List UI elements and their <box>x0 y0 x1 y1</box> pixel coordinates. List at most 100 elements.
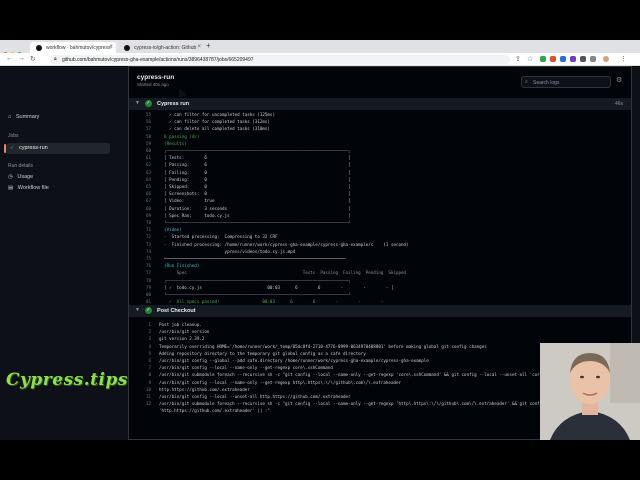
jobs-heading: Jobs <box>8 133 19 139</box>
extension-icon[interactable] <box>580 56 586 62</box>
bookmark-star-icon[interactable]: ☆ <box>527 55 533 63</box>
browser-tab-workflow[interactable]: workflow · bahmutov/cypress- × <box>30 42 116 53</box>
line-number[interactable]: 10 <box>137 387 151 392</box>
profile-avatar[interactable] <box>603 56 609 62</box>
log-text: └───────────────────────────────────────… <box>159 220 351 225</box>
line-number[interactable]: 71 <box>137 227 151 232</box>
presenter-image <box>540 343 640 440</box>
line-number[interactable]: 6 <box>137 358 151 363</box>
log-text: 'http.https://github.com/.extraheader' |… <box>159 408 270 414</box>
line-number[interactable]: 57 <box>137 126 151 131</box>
log-text: (Run Finished) <box>159 263 200 269</box>
browser-tab-gh-action[interactable]: cypress-io/gh-action: Github × <box>118 42 204 53</box>
log-text: Spec Tests Passing Failing Pending Skipp… <box>159 270 407 276</box>
reload-icon[interactable]: ↻ <box>30 55 36 63</box>
line-number[interactable]: 1 <box>137 322 151 327</box>
sidebar-item-workflow-file[interactable]: ▤ Workflow file <box>8 185 49 191</box>
sidebar-item-label: cypress-run <box>19 145 48 151</box>
log-text: ════════════════════════════════════════… <box>159 256 346 261</box>
extension-icon[interactable] <box>560 56 566 62</box>
log-text: Temporarily overriding HOME='/home/runne… <box>159 343 487 349</box>
line-number[interactable]: 67 <box>137 198 151 203</box>
log-text: Post job cleanup. <box>159 322 202 327</box>
line-number[interactable]: 60 <box>137 148 151 153</box>
line-number[interactable]: 58 <box>137 134 151 139</box>
search-placeholder: Search logs <box>533 80 560 86</box>
line-number[interactable]: 3 <box>137 336 151 341</box>
gear-icon[interactable]: ⚙ <box>616 76 622 84</box>
line-number[interactable]: 2 <box>137 329 151 334</box>
line-number[interactable]: 78 <box>137 278 151 283</box>
line-number[interactable]: 77 <box>137 270 151 275</box>
extension-icon[interactable] <box>570 56 576 62</box>
close-icon[interactable]: × <box>197 44 201 50</box>
back-icon[interactable]: ← <box>6 55 13 62</box>
sidebar-item-label: Workflow file <box>17 185 49 191</box>
forward-icon[interactable]: → <box>18 55 25 62</box>
line-number[interactable]: 61 <box>137 155 151 160</box>
sidebar-item-cypress-run[interactable]: ✓ cypress-run <box>6 143 110 154</box>
line-number[interactable]: 4 <box>137 344 151 349</box>
log-text: ypress/videos/todo.cy.js.mp4 <box>159 248 296 254</box>
line-number[interactable]: 59 <box>137 141 151 146</box>
line-number[interactable]: 76 <box>137 263 151 268</box>
line-number[interactable]: 55 <box>137 112 151 117</box>
line-number[interactable]: 5 <box>137 351 151 356</box>
extension-icon[interactable] <box>540 56 546 62</box>
close-icon[interactable]: × <box>109 44 113 50</box>
log-text: │ Screenshots: 0 │ <box>159 191 351 197</box>
line-number[interactable]: 11 <box>137 394 151 399</box>
step-name: Cypress run <box>157 101 190 107</box>
line-number[interactable]: 69 <box>137 213 151 218</box>
line-number[interactable]: 63 <box>137 170 151 175</box>
line-number[interactable]: 56 <box>137 119 151 124</box>
log-text: /usr/bin/git submodule foreach --recursi… <box>159 401 596 407</box>
log-text: /usr/bin/git config --local --name-only … <box>159 365 333 371</box>
log-text: │ Passing: 6 │ <box>159 162 351 168</box>
line-number[interactable]: 74 <box>137 249 151 254</box>
line-number[interactable]: 75 <box>137 256 151 261</box>
sidebar-item-label: Summary <box>15 114 40 120</box>
line-number[interactable]: 9 <box>137 380 151 385</box>
chevron-down-icon: ▼ <box>135 307 140 313</box>
line-number[interactable]: 12 <box>137 401 151 406</box>
sidebar-item-label: Usage <box>17 174 34 180</box>
log-text: ✓ can filter for uncompleted tasks (125m… <box>159 112 275 117</box>
line-number[interactable]: 70 <box>137 220 151 225</box>
line-number[interactable]: 68 <box>137 206 151 211</box>
log-text: http.https://github.com/.extraheader <box>159 386 250 392</box>
line-number[interactable]: 80 <box>137 292 151 297</box>
sidebar-item-summary[interactable]: ⌂ Summary <box>8 114 39 120</box>
url-text: github.com/bahmutov/cypress-gha-example/… <box>62 57 254 63</box>
line-number[interactable]: 66 <box>137 191 151 196</box>
step-name: Post Checkout <box>157 308 196 314</box>
line-number[interactable]: 62 <box>137 162 151 167</box>
extension-icon[interactable] <box>590 56 596 62</box>
step-header-cypress-run[interactable]: ▼ ✓ Cypress run 46s <box>129 98 631 110</box>
url-field[interactable]: 🔒︎ github.com/bahmutov/cypress-gha-examp… <box>50 55 510 64</box>
tab-title: cypress-io/gh-action: Github <box>134 45 197 51</box>
line-number[interactable]: 64 <box>137 177 151 182</box>
log-text: │ Failing: 0 │ <box>159 169 351 175</box>
line-number[interactable]: 81 <box>137 299 151 304</box>
log-text: │ Video: true │ <box>159 198 351 204</box>
log-text: Adding repository directory to the tempo… <box>159 350 366 356</box>
line-number[interactable]: 79 <box>137 285 151 290</box>
menu-icon[interactable]: ⋮ <box>620 55 627 63</box>
search-logs-input[interactable]: ⌕ Search logs <box>521 76 611 88</box>
log-text: /usr/bin/git config --local --unset-all … <box>159 394 351 399</box>
step-header-post-checkout[interactable]: ▼ ✓ Post Checkout <box>129 305 631 317</box>
log-text: - Finished processing: /home/runner/work… <box>159 241 409 247</box>
log-text: ┌───────────────────────────────────────… <box>159 148 351 153</box>
page-title: cypress-run <box>137 74 175 81</box>
line-number[interactable]: 8 <box>137 372 151 377</box>
line-number[interactable]: 72 <box>137 234 151 239</box>
log-text: ✓ can delete all completed tasks (310ms) <box>159 126 270 132</box>
new-tab-button[interactable]: + <box>206 41 211 50</box>
extension-icon[interactable] <box>550 56 556 62</box>
sidebar-item-usage[interactable]: ◷ Usage <box>8 174 33 180</box>
share-icon[interactable]: ⇪ <box>515 55 521 63</box>
line-number[interactable]: 73 <box>137 242 151 247</box>
line-number[interactable]: 7 <box>137 365 151 370</box>
line-number[interactable]: 65 <box>137 184 151 189</box>
